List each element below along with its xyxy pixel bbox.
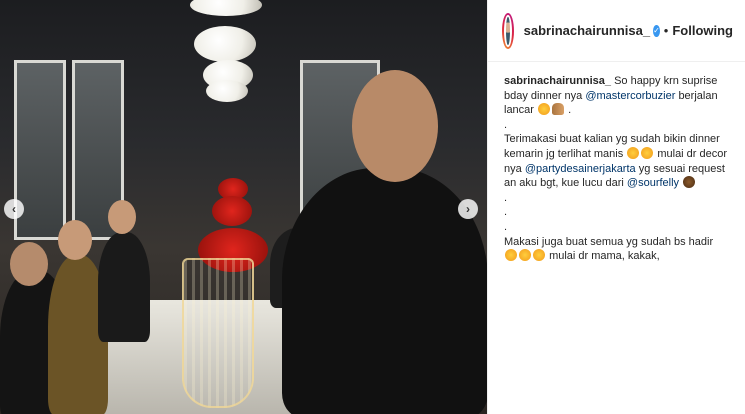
heart-eyes-emoji-icon [641,146,654,159]
mention-link[interactable]: @partydesainerjakarta [525,163,636,175]
photo-lamp [194,26,256,62]
photo-host-head [352,70,438,182]
header-separator: • [663,23,669,38]
caption-dot-line: . [504,220,508,233]
caption-dot-line: . [504,191,508,204]
chevron-left-icon: ‹ [12,202,16,216]
praying-hands-emoji-icon [552,103,565,116]
photo-flowers [212,196,252,226]
following-button[interactable]: Following [672,23,733,38]
photo-host [282,168,487,414]
next-photo-button[interactable]: › [458,199,478,219]
avatar-image [504,14,512,47]
post-photo[interactable]: ‹ › [0,0,487,414]
photo-lamp [206,80,248,102]
caption-text: mulai dr mama, kakak, [549,250,660,263]
smiling-emoji-icon [533,249,545,262]
photo-guest-head [58,220,92,260]
previous-photo-button[interactable]: ‹ [4,199,24,219]
caption-text: . [568,104,572,117]
verified-badge-icon: ✓ [653,24,660,37]
photo-guest [98,232,150,342]
username-link[interactable]: sabrinachairunnisa_ [524,23,650,38]
caption-text: Makasi juga buat semua yg sudah bs hadir [504,235,714,248]
caption-username[interactable]: sabrinachairunnisa_ [504,75,611,87]
heart-eyes-emoji-icon [538,103,551,116]
photo-lamp [190,0,262,16]
photo-guest-head [10,242,48,286]
avatar[interactable] [502,12,514,49]
chevron-right-icon: › [466,202,470,216]
instagram-post: ‹ › sabrinachairunnisa_ ✓ • Following sa… [0,0,745,414]
smiling-emoji-icon [505,249,517,262]
mention-link[interactable]: @mastercorbuzier [585,90,675,102]
mention-link[interactable]: @sourfelly [627,177,679,189]
photo-guest-head [108,200,136,234]
smiling-emoji-icon [519,249,531,262]
heart-eyes-emoji-icon [627,146,640,159]
post-caption: sabrinachairunnisa_ So happy krn suprise… [488,62,745,264]
emoji-icon [683,176,696,189]
post-header: sabrinachairunnisa_ ✓ • Following [488,0,745,62]
caption-dot-line: . [504,206,508,219]
post-sidebar: sabrinachairunnisa_ ✓ • Following sabrin… [487,0,745,414]
caption-dot-line: . [504,118,508,131]
photo-chandelier [182,258,254,408]
